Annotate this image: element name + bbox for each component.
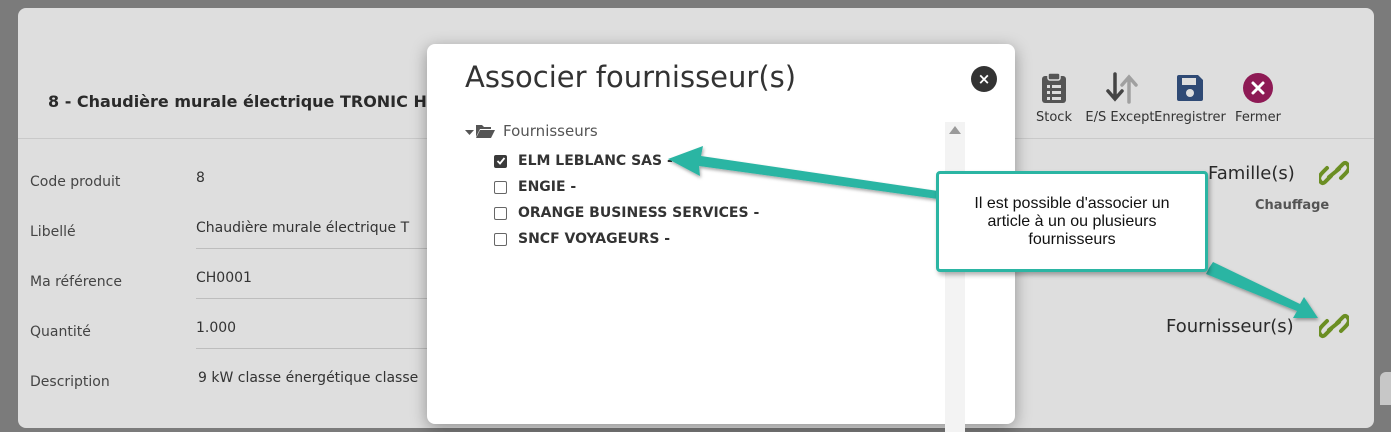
callout-text: Il est possible d'associer un article à …	[974, 194, 1170, 248]
callout-tooltip: Il est possible d'associer un article à …	[936, 171, 1208, 272]
arrow-to-supplier	[668, 146, 938, 199]
arrow-to-link	[1206, 262, 1318, 318]
